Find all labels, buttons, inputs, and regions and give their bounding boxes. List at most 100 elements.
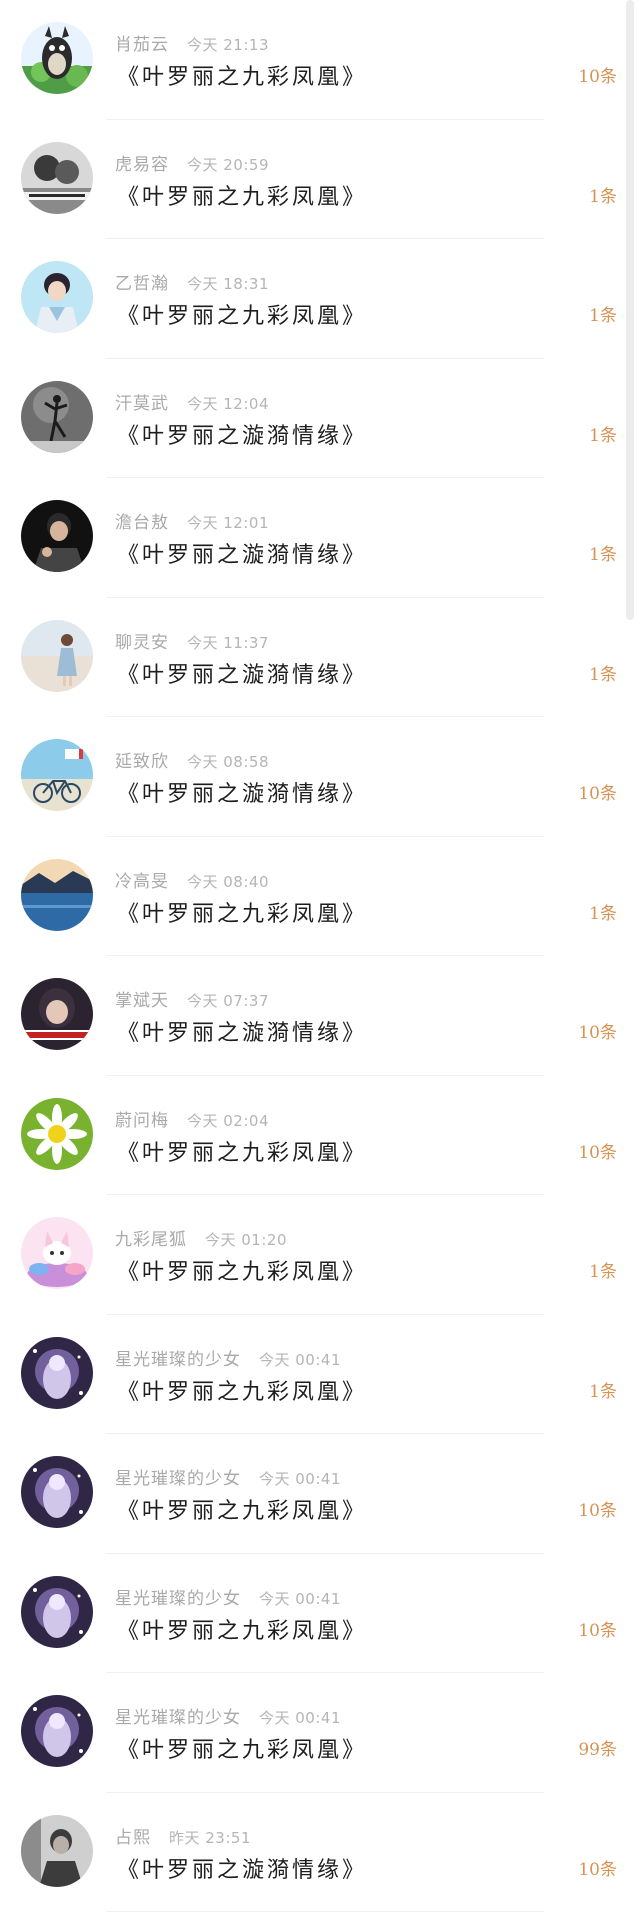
sender-name: 冷高旻 xyxy=(115,872,169,892)
sender-name: 虎易容 xyxy=(115,155,169,175)
sender-meta: 掌斌天今天 07:37 xyxy=(115,986,269,1010)
sender-meta: 汗莫武今天 12:04 xyxy=(115,389,269,413)
message-time: 今天 00:41 xyxy=(259,1709,341,1727)
list-item[interactable]: 肖茄云今天 21:13 《叶罗丽之九彩凤凰》 10条 xyxy=(0,0,640,120)
count-badge: 1条 xyxy=(589,1257,617,1282)
sender-name: 九彩尾狐 xyxy=(115,1230,187,1250)
beach-girl-avatar[interactable] xyxy=(21,620,93,692)
count-badge: 10条 xyxy=(578,1616,617,1641)
sender-meta: 星光璀璨的少女今天 00:41 xyxy=(115,1703,341,1727)
count-badge: 1条 xyxy=(589,1377,617,1402)
sender-meta: 虎易容今天 20:59 xyxy=(115,150,269,174)
list-item[interactable]: 聊灵安今天 11:37 《叶罗丽之漩漪情缘》 1条 xyxy=(0,598,640,718)
fox-avatar[interactable] xyxy=(21,1217,93,1289)
sender-meta: 占熙昨天 23:51 xyxy=(115,1823,251,1847)
message-time: 今天 01:20 xyxy=(205,1231,287,1249)
sender-name: 聊灵安 xyxy=(115,633,169,653)
message-title: 《叶罗丽之漩漪情缘》 xyxy=(117,1852,367,1884)
message-time: 今天 21:13 xyxy=(187,36,269,54)
man-dark-avatar[interactable] xyxy=(21,500,93,572)
sender-meta: 冷高旻今天 08:40 xyxy=(115,867,269,891)
sender-name: 星光璀璨的少女 xyxy=(115,1350,241,1370)
count-badge: 1条 xyxy=(589,540,617,565)
girl-banner-avatar[interactable] xyxy=(21,978,93,1050)
message-title: 《叶罗丽之九彩凤凰》 xyxy=(117,1732,367,1764)
message-time: 今天 08:58 xyxy=(187,753,269,771)
message-title: 《叶罗丽之九彩凤凰》 xyxy=(117,1493,367,1525)
couple-avatar[interactable] xyxy=(21,142,93,214)
message-time: 昨天 23:51 xyxy=(169,1829,251,1847)
message-time: 今天 11:37 xyxy=(187,634,269,652)
list-item[interactable]: 星光璀璨的少女今天 00:41 《叶罗丽之九彩凤凰》 10条 xyxy=(0,1434,640,1554)
sender-name: 汗莫武 xyxy=(115,394,169,414)
message-title: 《叶罗丽之九彩凤凰》 xyxy=(117,1254,367,1286)
sender-name: 占熙 xyxy=(115,1828,151,1848)
list-item[interactable]: 延致欣今天 08:58 《叶罗丽之漩漪情缘》 10条 xyxy=(0,717,640,837)
dancer-avatar[interactable] xyxy=(21,381,93,453)
bicycle-avatar[interactable] xyxy=(21,739,93,811)
count-badge: 10条 xyxy=(578,1496,617,1521)
count-badge: 10条 xyxy=(578,1018,617,1043)
list-item[interactable]: 澹台敖今天 12:01 《叶罗丽之漩漪情缘》 1条 xyxy=(0,478,640,598)
sender-name: 澹台敖 xyxy=(115,513,169,533)
starry-girl-avatar[interactable] xyxy=(21,1695,93,1767)
list-item[interactable]: 冷高旻今天 08:40 《叶罗丽之九彩凤凰》 1条 xyxy=(0,837,640,957)
list-item[interactable]: 星光璀璨的少女今天 00:41 《叶罗丽之九彩凤凰》 1条 xyxy=(0,1315,640,1435)
sender-meta: 星光璀璨的少女今天 00:41 xyxy=(115,1464,341,1488)
boy-avatar[interactable] xyxy=(21,261,93,333)
message-time: 今天 07:37 xyxy=(187,992,269,1010)
message-title: 《叶罗丽之漩漪情缘》 xyxy=(117,657,367,689)
message-title: 《叶罗丽之九彩凤凰》 xyxy=(117,896,367,928)
list-item[interactable]: 乙哲瀚今天 18:31 《叶罗丽之九彩凤凰》 1条 xyxy=(0,239,640,359)
message-title: 《叶罗丽之漩漪情缘》 xyxy=(117,537,367,569)
list-item[interactable]: 虎易容今天 20:59 《叶罗丽之九彩凤凰》 1条 xyxy=(0,120,640,240)
sender-meta: 九彩尾狐今天 01:20 xyxy=(115,1225,287,1249)
sender-name: 星光璀璨的少女 xyxy=(115,1708,241,1728)
man-grey-avatar[interactable] xyxy=(21,1815,93,1887)
list-item[interactable]: 九彩尾狐今天 01:20 《叶罗丽之九彩凤凰》 1条 xyxy=(0,1195,640,1315)
message-time: 今天 00:41 xyxy=(259,1470,341,1488)
list-item[interactable]: 星光璀璨的少女今天 00:41 《叶罗丽之九彩凤凰》 99条 xyxy=(0,1673,640,1793)
sender-name: 乙哲瀚 xyxy=(115,274,169,294)
message-title: 《叶罗丽之九彩凤凰》 xyxy=(117,59,367,91)
count-badge: 99条 xyxy=(578,1735,617,1760)
message-time: 今天 08:40 xyxy=(187,873,269,891)
count-badge: 1条 xyxy=(589,182,617,207)
count-badge: 10条 xyxy=(578,1138,617,1163)
list-item[interactable]: 掌斌天今天 07:37 《叶罗丽之漩漪情缘》 10条 xyxy=(0,956,640,1076)
message-title: 《叶罗丽之九彩凤凰》 xyxy=(117,179,367,211)
list-item[interactable]: 星光璀璨的少女今天 00:41 《叶罗丽之九彩凤凰》 10条 xyxy=(0,1554,640,1674)
message-title: 《叶罗丽之九彩凤凰》 xyxy=(117,298,367,330)
sender-name: 蔚问梅 xyxy=(115,1111,169,1131)
list-item[interactable]: 占熙昨天 23:51 《叶罗丽之漩漪情缘》 10条 xyxy=(0,1793,640,1912)
count-badge: 1条 xyxy=(589,301,617,326)
count-badge: 1条 xyxy=(589,660,617,685)
message-title: 《叶罗丽之九彩凤凰》 xyxy=(117,1374,367,1406)
sender-name: 肖茄云 xyxy=(115,35,169,55)
message-title: 《叶罗丽之九彩凤凰》 xyxy=(117,1135,367,1167)
daisy-avatar[interactable] xyxy=(21,1098,93,1170)
message-time: 今天 02:04 xyxy=(187,1112,269,1130)
starry-girl-avatar[interactable] xyxy=(21,1576,93,1648)
message-time: 今天 20:59 xyxy=(187,156,269,174)
message-list: 肖茄云今天 21:13 《叶罗丽之九彩凤凰》 10条 虎易容今天 20:59 《… xyxy=(0,0,640,1912)
sender-name: 延致欣 xyxy=(115,752,169,772)
count-badge: 10条 xyxy=(578,779,617,804)
message-title: 《叶罗丽之九彩凤凰》 xyxy=(117,1613,367,1645)
sender-name: 星光璀璨的少女 xyxy=(115,1469,241,1489)
list-item[interactable]: 汗莫武今天 12:04 《叶罗丽之漩漪情缘》 1条 xyxy=(0,359,640,479)
count-badge: 10条 xyxy=(578,1855,617,1880)
message-title: 《叶罗丽之漩漪情缘》 xyxy=(117,1015,367,1047)
starry-girl-avatar[interactable] xyxy=(21,1456,93,1528)
scrollbar[interactable] xyxy=(626,0,634,620)
sender-meta: 乙哲瀚今天 18:31 xyxy=(115,269,269,293)
sender-name: 掌斌天 xyxy=(115,991,169,1011)
message-title: 《叶罗丽之漩漪情缘》 xyxy=(117,776,367,808)
starry-girl-avatar[interactable] xyxy=(21,1337,93,1409)
totoro-avatar[interactable] xyxy=(21,22,93,94)
message-time: 今天 00:41 xyxy=(259,1590,341,1608)
list-item[interactable]: 蔚问梅今天 02:04 《叶罗丽之九彩凤凰》 10条 xyxy=(0,1076,640,1196)
message-title: 《叶罗丽之漩漪情缘》 xyxy=(117,418,367,450)
lake-avatar[interactable] xyxy=(21,859,93,931)
sender-meta: 澹台敖今天 12:01 xyxy=(115,508,269,532)
